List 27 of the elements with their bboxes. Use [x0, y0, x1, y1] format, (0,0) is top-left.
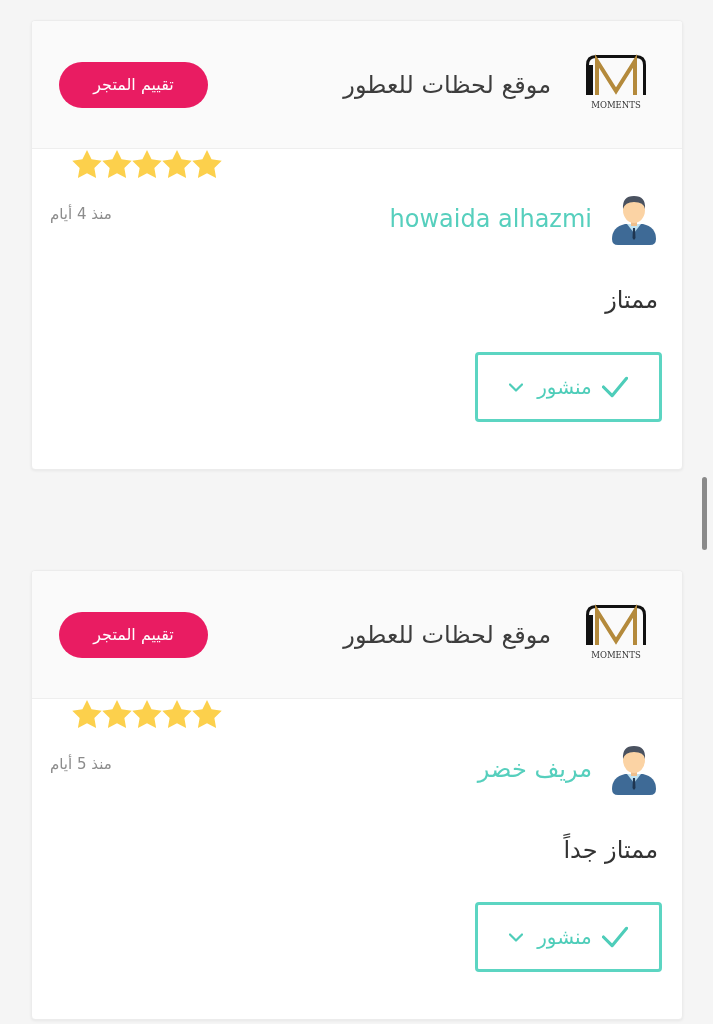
- star-icon: [192, 150, 222, 178]
- star-icon: [192, 700, 222, 728]
- star-icon: [72, 700, 102, 728]
- store-name: موقع لحظات للعطور: [343, 619, 551, 651]
- review-time: منذ 5 أيام: [50, 753, 112, 775]
- store-name: موقع لحظات للعطور: [343, 69, 551, 101]
- rate-store-button[interactable]: تقييم المتجر: [59, 61, 208, 108]
- star-icon: [132, 150, 162, 178]
- avatar-icon: [611, 193, 657, 245]
- review-comment: ممتاز: [605, 285, 658, 315]
- star-icon: [162, 150, 192, 178]
- scrollbar-thumb[interactable]: [702, 477, 707, 550]
- reviewer-name: howaida alhazmi: [389, 204, 592, 235]
- review-time: منذ 4 أيام: [50, 203, 112, 225]
- review-comment: ممتاز جداً: [563, 835, 658, 865]
- star-icon: [132, 700, 162, 728]
- star-icon: [102, 150, 132, 178]
- chevron-down-icon: [509, 932, 524, 942]
- star-icon: [72, 150, 102, 178]
- check-icon: [601, 376, 628, 398]
- reviewer-name: مريف خضر: [477, 754, 592, 785]
- avatar-icon: [611, 743, 657, 795]
- star-icon: [102, 700, 132, 728]
- rate-store-button[interactable]: تقييم المتجر: [59, 611, 208, 658]
- check-icon: [601, 926, 628, 948]
- star-icon: [162, 700, 192, 728]
- chevron-down-icon: [509, 382, 524, 392]
